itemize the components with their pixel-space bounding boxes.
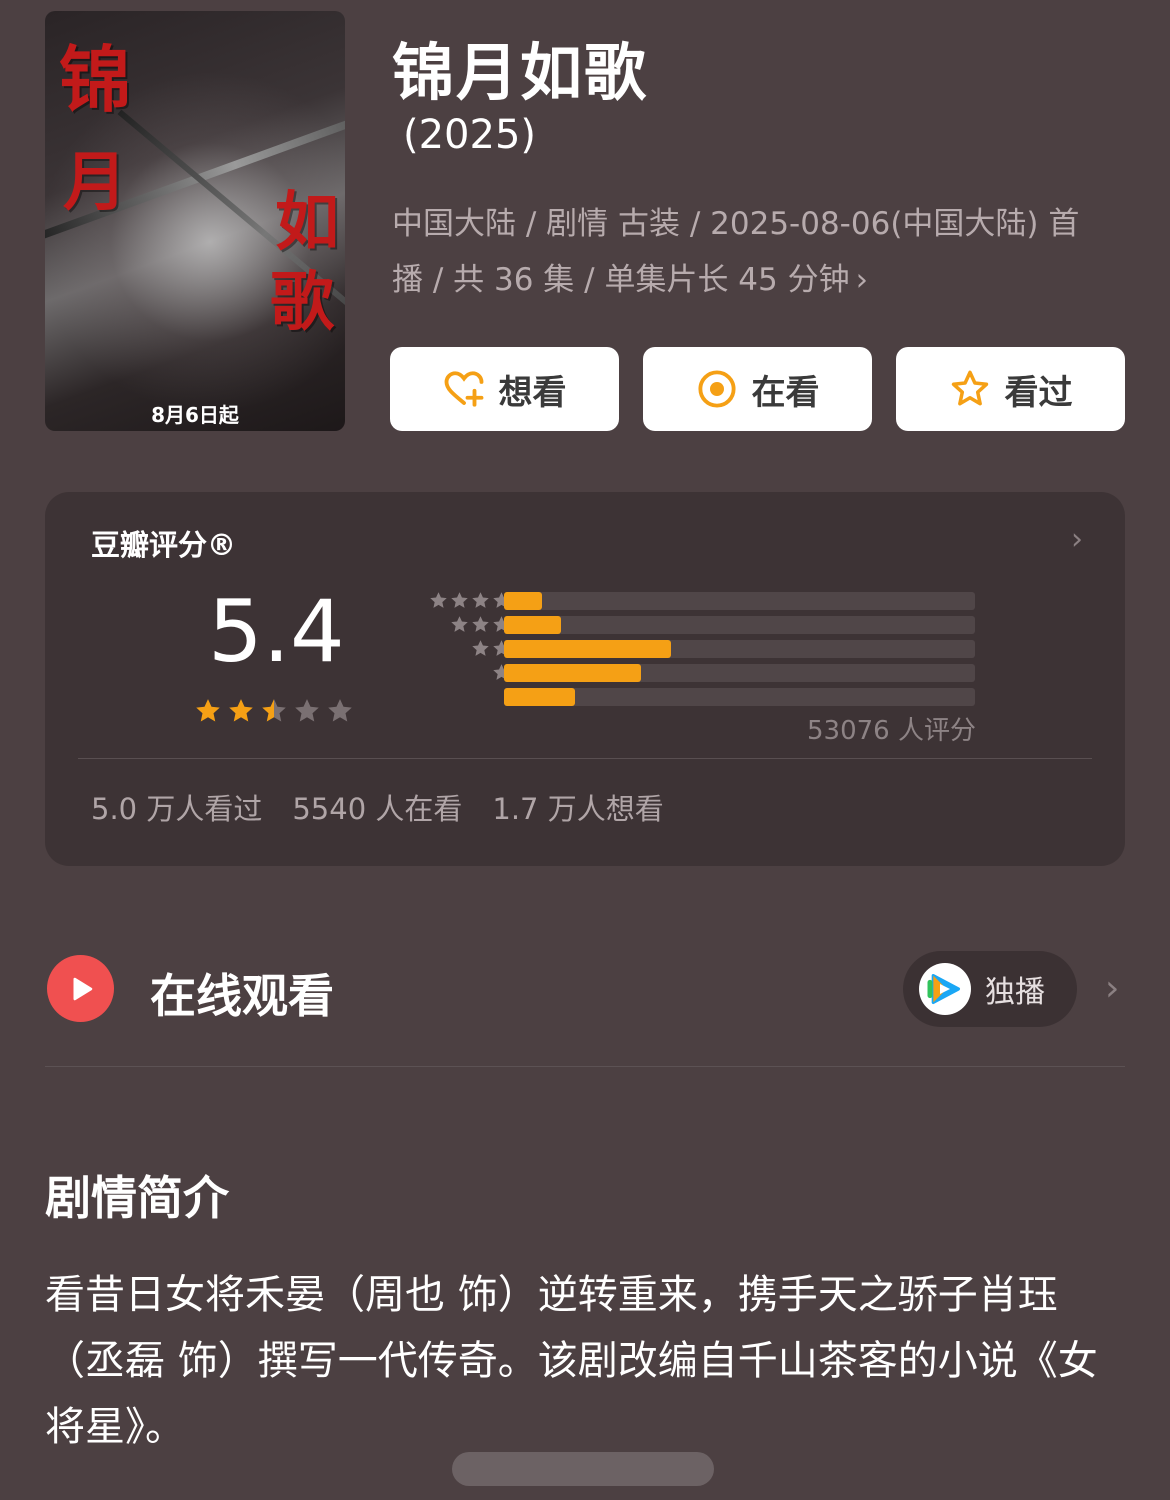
rating-star-icon <box>328 699 352 722</box>
rating-votes: 53076 人评分 <box>807 716 976 746</box>
watch-stats: 5.0 万人看过 5540 人在看 1.7 万人想看 <box>91 786 664 828</box>
rating-score: 5.4 <box>208 582 345 682</box>
want-to-watch-label: 想看 <box>498 372 567 413</box>
mini-star-icon <box>472 616 489 632</box>
chevron-right-icon[interactable]: › <box>1071 522 1083 557</box>
divider <box>78 758 1092 759</box>
poster-image[interactable]: 锦 月 如 歌 8月6日起 <box>45 11 345 431</box>
distribution-bar-fill <box>504 664 641 682</box>
distribution-bar <box>504 664 975 682</box>
chevron-right-icon: › <box>855 262 869 298</box>
meta-line-2-text: 播 / 共 36 集 / 单集片长 45 分钟 <box>392 262 850 298</box>
heart-plus-icon <box>444 371 483 407</box>
watching-button[interactable]: 在看 <box>643 347 872 431</box>
play-icon[interactable] <box>47 955 114 1022</box>
show-year: (2025) <box>403 112 537 158</box>
mini-star-icon <box>451 616 468 632</box>
distribution-bar-fill <box>504 640 672 658</box>
show-title: 锦月如歌 <box>392 36 649 109</box>
synopsis-body: 看昔日女将禾晏（周也 饰）逆转重来，携手天之骄子肖珏（丞磊 饰）撰写一代传奇。该… <box>45 1272 1098 1450</box>
distribution-bar <box>504 592 975 610</box>
poster-calligraphy-2: 月 <box>63 145 127 220</box>
platform-pill[interactable]: 独播 <box>903 951 1077 1027</box>
meta-line-1: 中国大陆 / 剧情 古装 / 2025-08-06(中国大陆) 首 <box>392 206 1080 242</box>
chevron-right-icon[interactable]: › <box>1105 968 1119 1009</box>
mini-star-icon <box>472 640 489 656</box>
poster-release-date: 8月6日起 <box>151 403 239 427</box>
watched-button[interactable]: 看过 <box>896 347 1125 431</box>
distribution-bar <box>504 616 975 634</box>
rating-star-icon <box>229 699 253 722</box>
distribution-bar-fill <box>504 592 542 610</box>
rating-card[interactable]: 豆瓣评分® › 5.4 53076 人评分 5.0 万人看过 5540 人在看 … <box>45 492 1125 866</box>
online-watch-title[interactable]: 在线观看 <box>150 960 334 1026</box>
watermark <box>452 1452 714 1486</box>
mini-star-icon <box>472 592 489 608</box>
stat-want[interactable]: 1.7 万人想看 <box>492 786 663 828</box>
want-to-watch-button[interactable]: 想看 <box>390 347 619 431</box>
target-icon <box>697 370 736 408</box>
rating-heading: 豆瓣评分® <box>91 528 237 562</box>
poster-calligraphy-3: 如 <box>275 185 339 260</box>
star-icon <box>951 370 988 406</box>
rating-star-icon <box>262 699 286 722</box>
distribution-bar-fill <box>504 616 561 634</box>
distribution-bar <box>504 640 975 658</box>
tencent-video-icon <box>919 963 971 1015</box>
mini-star-icon <box>430 592 447 608</box>
mini-star-icon <box>451 592 468 608</box>
synopsis-title: 剧情简介 <box>45 1171 229 1225</box>
divider <box>45 1066 1125 1067</box>
watching-label: 在看 <box>751 372 820 413</box>
rating-stars <box>193 696 355 726</box>
rating-distribution-bars <box>504 592 975 712</box>
rating-star-icon <box>295 699 319 722</box>
distribution-bar <box>504 688 975 706</box>
stat-watching[interactable]: 5540 人在看 <box>292 786 462 828</box>
rating-star-icon <box>196 699 220 722</box>
meta-line-2: 播 / 共 36 集 / 单集片长 45 分钟 › <box>392 252 1132 308</box>
watched-label: 看过 <box>1004 372 1073 413</box>
poster-calligraphy-4: 歌 <box>270 265 334 340</box>
show-meta[interactable]: 中国大陆 / 剧情 古装 / 2025-08-06(中国大陆) 首 播 / 共 … <box>392 196 1132 308</box>
stat-watched[interactable]: 5.0 万人看过 <box>91 786 262 828</box>
platform-label: 独播 <box>985 975 1045 1010</box>
distribution-bar-fill <box>504 688 575 706</box>
poster-calligraphy-1: 锦 <box>59 37 132 122</box>
